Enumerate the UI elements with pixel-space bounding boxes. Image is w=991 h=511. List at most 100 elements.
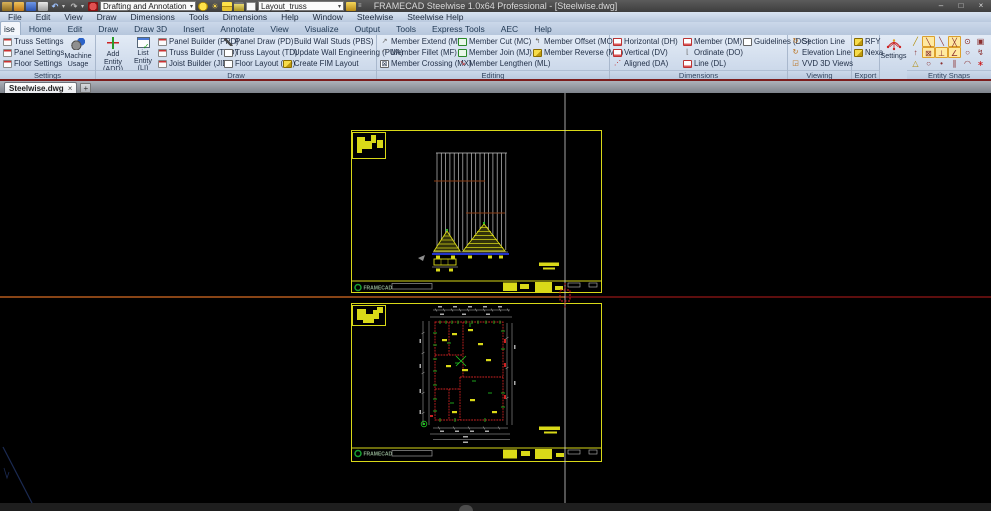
ribbon-tab-bar: ise Home Edit Draw Draw 3D Insert Annota… [0, 21, 991, 35]
snap-center-icon[interactable]: ⊙ [961, 36, 974, 47]
snap-perpendicular-icon[interactable]: ⊥ [935, 47, 948, 58]
member-lengthen-button[interactable]: ↘ Member Lengthen (ML) [457, 58, 551, 69]
doc-tab-steelwise[interactable]: Steelwise.dwg × [4, 82, 78, 93]
menu-tools[interactable]: Tools [189, 12, 209, 22]
snap-node-icon[interactable]: ○ [922, 58, 935, 69]
snap-settings-button[interactable]: Settings [880, 36, 907, 69]
dim-aligned-button[interactable]: ⋰ Aligned (DA) [612, 58, 679, 69]
doc-tab-close-icon[interactable]: × [68, 84, 73, 93]
menu-edit[interactable]: Edit [36, 12, 51, 22]
new-tab-button[interactable]: + [80, 83, 92, 93]
joist-builder-icon [158, 59, 167, 68]
drawing-canvas[interactable]: FRAMECAD FRAMECAD [0, 93, 991, 504]
menu-window[interactable]: Window [313, 12, 343, 22]
snap-extension-icon[interactable]: △ [909, 58, 922, 69]
snap-parallel-icon[interactable]: ∥ [948, 58, 961, 69]
toolbar-pin-icon[interactable]: ≡ [358, 3, 363, 9]
crosshair-cursor[interactable] [559, 93, 571, 503]
dim-vertical-button[interactable]: Vertical (DV) [612, 47, 679, 58]
snap-tracking-icon[interactable]: ╱ [909, 36, 922, 47]
snap-apparent-intersection-icon[interactable]: ⊠ [922, 47, 935, 58]
dim-member-button[interactable]: Member (DM) [682, 36, 744, 47]
undo-dropdown-icon[interactable]: ▾ [62, 3, 67, 10]
snap-angle-icon[interactable]: ∠ [948, 47, 961, 58]
snap-tangent-icon[interactable]: ◠ [961, 58, 974, 69]
layout-select[interactable]: Layout_truss ▾ [258, 1, 344, 11]
add-entity-button[interactable]: Add Entity (ADD) [98, 36, 128, 72]
tab-help[interactable]: Help [526, 22, 559, 35]
elevation-line-button[interactable]: ↻ Elevation Line [790, 47, 854, 58]
tab-home[interactable]: Home [21, 22, 60, 35]
nexa-box-icon [854, 48, 863, 57]
menu-dimensions-2[interactable]: Dimensions [223, 12, 267, 22]
plot-preview-icon[interactable] [38, 1, 48, 11]
sub-assembly[interactable] [432, 258, 458, 272]
tab-edit[interactable]: Edit [60, 22, 91, 35]
minimize-button[interactable]: – [933, 1, 949, 11]
sheet-bottom-plan[interactable]: FRAMECAD [351, 303, 602, 462]
layout-browse-icon[interactable] [346, 1, 356, 11]
menu-dimensions[interactable]: Dimensions [130, 12, 174, 22]
open-icon[interactable] [14, 1, 24, 11]
snap-none-icon[interactable]: ∗ [974, 58, 987, 69]
app-icon[interactable] [2, 1, 12, 11]
floor-settings-button[interactable]: Floor Settings [2, 58, 65, 69]
tab-visualize[interactable]: Visualize [297, 22, 347, 35]
lock-icon[interactable] [234, 1, 244, 11]
tab-express-tools[interactable]: Express Tools [424, 22, 493, 35]
dim-line-button[interactable]: Line (DL) [682, 58, 744, 69]
machine-usage-button[interactable]: Machine Usage [63, 36, 93, 69]
truss-settings-button[interactable]: Truss Settings [2, 36, 65, 47]
tab-aec[interactable]: AEC [493, 22, 526, 35]
dim-ordinate-button[interactable]: ⌊ Ordinate (DO) [682, 47, 744, 58]
section-line-button[interactable]: ↻ Section Line [790, 36, 854, 47]
sheet-top-truss[interactable]: FRAMECAD [351, 130, 602, 293]
menu-draw[interactable]: Draw [97, 12, 117, 22]
dim-horizontal-button[interactable]: Horizontal (DH) [612, 36, 679, 47]
offset-icon: ↰ [534, 37, 541, 45]
plan-walls[interactable] [434, 321, 504, 421]
snap-intersection-icon[interactable]: ╳ [948, 36, 961, 47]
snap-circle-icon[interactable]: ○ [961, 47, 974, 58]
snap-endpoint-icon[interactable]: ╲ [922, 36, 935, 47]
snap-quick-icon[interactable]: ↯ [974, 47, 987, 58]
redo-icon[interactable]: ↷ [69, 2, 79, 11]
menu-view[interactable]: View [64, 12, 82, 22]
list-entity-button[interactable]: List Entity (LI) [128, 36, 158, 71]
tab-annotate[interactable]: Annotate [212, 22, 262, 35]
stud-noggin-lines [434, 180, 505, 214]
menu-steelwise-help[interactable]: Steelwise Help [407, 12, 463, 22]
maximize-button[interactable]: □ [953, 1, 969, 11]
vvd-3d-views-button[interactable]: ◲ VVD 3D Views [790, 58, 854, 69]
menu-help[interactable]: Help [281, 12, 298, 22]
redo-dropdown-icon[interactable]: ▾ [81, 3, 86, 10]
plan-wall-red-marks [430, 339, 506, 417]
snap-insertion-icon[interactable]: ▣ [974, 36, 987, 47]
menu-steelwise[interactable]: Steelwise [357, 12, 393, 22]
snap-midpoint-icon[interactable]: ╲ [935, 36, 948, 47]
layers-icon[interactable] [222, 1, 232, 11]
tab-steelwise-active[interactable]: ise [0, 21, 21, 35]
tab-draw-3d[interactable]: Draw 3D [126, 22, 175, 35]
model-space[interactable]: FRAMECAD FRAMECAD [0, 93, 991, 504]
truss-small[interactable] [433, 228, 461, 252]
snap-from-icon[interactable]: ↑ [909, 47, 922, 58]
undo-icon[interactable]: ↶ [50, 2, 60, 11]
group-label-export: Export [852, 70, 879, 79]
sun-icon[interactable]: ☀ [210, 2, 220, 11]
snap-point-icon[interactable]: • [935, 58, 948, 69]
save-icon[interactable] [26, 1, 36, 11]
close-button[interactable]: × [973, 1, 989, 11]
panel-settings-button[interactable]: Panel Settings [2, 47, 65, 58]
sheet-bottom-view-label [539, 426, 560, 434]
ribbon-group-editing: ↗ Member Extend (ME) ◠ Member Fillet (MF… [377, 35, 623, 79]
truss-large[interactable] [462, 221, 506, 252]
tab-insert[interactable]: Insert [175, 22, 212, 35]
workspace-select[interactable]: Drafting and Annotation ▾ [100, 1, 196, 11]
checkbox-icon[interactable] [246, 1, 256, 11]
tab-tools[interactable]: Tools [388, 22, 424, 35]
tab-output[interactable]: Output [347, 22, 389, 35]
lightbulb-icon[interactable] [198, 1, 208, 11]
tab-view[interactable]: View [262, 22, 296, 35]
tab-draw[interactable]: Draw [90, 22, 126, 35]
